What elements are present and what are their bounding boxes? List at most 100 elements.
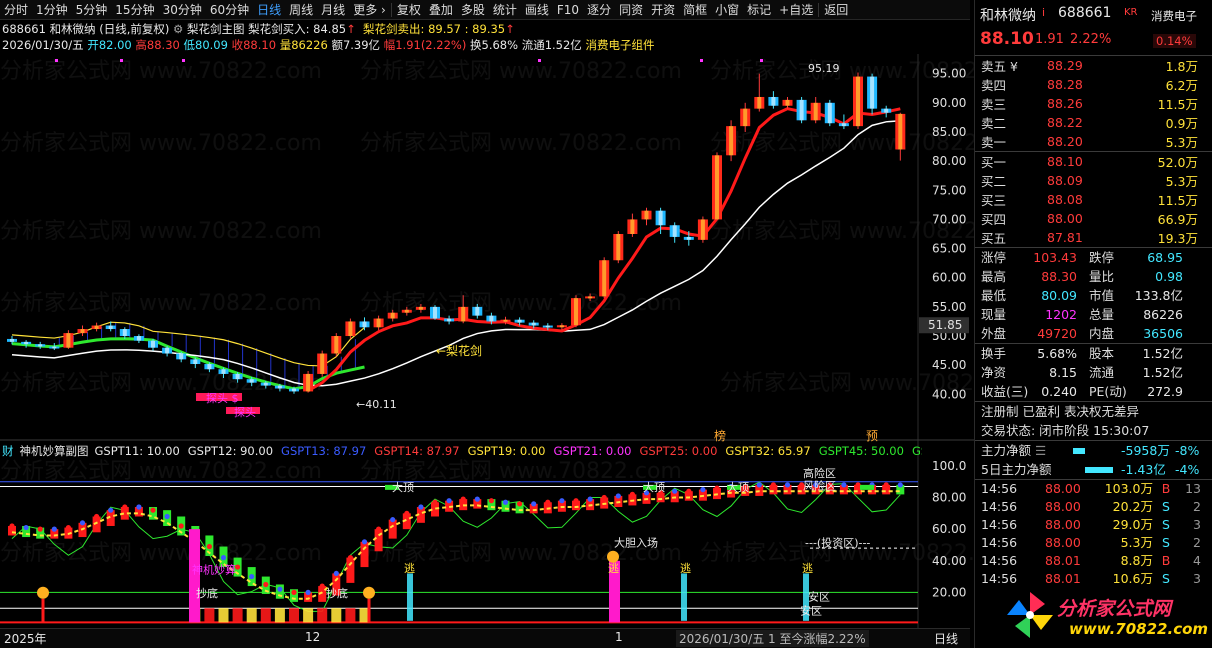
candle[interactable]	[35, 341, 46, 349]
period-label[interactable]: 日线	[934, 630, 958, 647]
candle[interactable]	[91, 322, 102, 332]
bid-price: 88.08	[1047, 192, 1083, 207]
bottom-block	[204, 608, 215, 623]
candle-highlight	[672, 225, 677, 237]
candle[interactable]	[796, 96, 807, 124]
price-tick-label: 45.00	[932, 358, 966, 372]
candle[interactable]	[63, 330, 74, 349]
bottom-block	[232, 608, 243, 623]
finance-badge[interactable]: 财	[2, 444, 14, 458]
stats-grid: 涨停 103.43 跌停 68.95 最高 88.30 量比 0.98 最低 80.09 市值 133…	[975, 248, 1212, 343]
candle[interactable]	[599, 257, 610, 299]
candle[interactable]	[712, 152, 722, 220]
candle-highlight	[362, 321, 367, 328]
bid-row[interactable]: 买五 87.81 19.3万	[975, 228, 1212, 247]
candle-highlight	[348, 321, 353, 337]
bid-row[interactable]: 买四 88.00 66.9万	[975, 209, 1212, 228]
stat-value: 88.30	[1041, 269, 1077, 284]
candle[interactable]	[303, 371, 314, 393]
candle[interactable]	[77, 325, 88, 337]
gspt13-dot	[517, 501, 523, 507]
bid-row[interactable]: 买一 88.10 52.0万	[975, 152, 1212, 171]
candle[interactable]	[768, 91, 779, 109]
candle[interactable]	[444, 315, 455, 325]
stat-label: 市值	[1089, 288, 1115, 303]
candle[interactable]	[867, 73, 878, 115]
candle[interactable]	[613, 231, 624, 264]
candle[interactable]	[810, 96, 821, 124]
info-icon[interactable]: i	[1042, 6, 1045, 19]
candle[interactable]	[148, 338, 158, 351]
candle[interactable]	[824, 99, 835, 127]
candle[interactable]	[49, 343, 60, 351]
tick-side: S	[1162, 535, 1170, 550]
candle[interactable]	[740, 102, 751, 132]
candle-highlight	[602, 260, 607, 297]
low-price-label: ←40.11	[356, 398, 397, 411]
candle-highlight	[644, 210, 649, 220]
sector-change-pct: 0.14%	[1153, 34, 1196, 48]
gspt13-dot	[545, 499, 551, 505]
sub-indicator-name[interactable]: 神机妙算副图	[20, 444, 89, 458]
bid-label: 买四	[981, 212, 1007, 227]
tick-qty: 5.3万	[1120, 535, 1153, 550]
bid-row[interactable]: 买三 88.08 11.5万	[975, 190, 1212, 209]
timeline-month-label: 1	[615, 630, 623, 644]
candle[interactable]	[317, 350, 328, 377]
candle[interactable]	[697, 216, 708, 243]
price-tick-label: 85.00	[932, 125, 966, 139]
tick-list[interactable]: 14:56 88.00 103.0万 B 13 14:56 88.00 20.2万 S 2 14:5…	[975, 480, 1212, 588]
candle[interactable]	[359, 317, 370, 331]
candle[interactable]	[373, 315, 384, 331]
ask-row[interactable]: 卖四 88.28 6.2万	[975, 75, 1212, 94]
candle[interactable]	[726, 120, 737, 162]
timeline-month-label: 12	[305, 630, 321, 644]
tick-price: 88.00	[1045, 499, 1081, 514]
gspt13-dot	[714, 485, 720, 491]
bid-volume: 66.9万	[1157, 212, 1198, 227]
stat-label: 涨停	[981, 250, 1007, 265]
price-tick-label: 95.00	[932, 67, 966, 81]
candle[interactable]	[881, 105, 892, 118]
bid-row[interactable]: 买二 88.09 5.3万	[975, 171, 1212, 190]
gspt13-dot	[291, 589, 297, 595]
sector-tab[interactable]: 消费电子	[1151, 8, 1197, 24]
candle-highlight	[277, 385, 282, 389]
candle[interactable]	[133, 334, 144, 344]
sub-signal-label: 大顶	[643, 480, 665, 494]
panel-stock-name[interactable]: 和林微纳	[980, 5, 1036, 25]
candle-highlight	[574, 298, 578, 326]
list-icon[interactable]: ☰	[1031, 443, 1046, 458]
price-tick-label: 65.00	[932, 242, 966, 256]
ask-row[interactable]: 卖三 88.26 11.5万	[975, 94, 1212, 113]
trend-bar	[374, 529, 383, 552]
gspt13-dot	[65, 524, 71, 531]
candle-highlight	[715, 155, 719, 220]
high-price-label: 95.19	[808, 62, 840, 75]
candle-highlight	[306, 373, 311, 392]
ask-row[interactable]: 卖二 88.22 0.9万	[975, 113, 1212, 132]
sub-indicator-value: GSPT21: 0.00	[553, 444, 632, 458]
tick-row: 14:56 88.00 20.2万 S 2	[975, 498, 1212, 516]
ask-row[interactable]: 卖五 ¥ 88.29 1.8万	[975, 56, 1212, 75]
candle[interactable]	[345, 318, 356, 339]
candle[interactable]	[853, 72, 863, 130]
candle[interactable]	[641, 207, 652, 226]
candle[interactable]	[782, 96, 793, 109]
ask-row[interactable]: 卖一 88.20 5.3万	[975, 132, 1212, 151]
candle[interactable]	[430, 305, 440, 320]
candle[interactable]	[627, 213, 638, 237]
kline-charts[interactable]: 分析家公式网 www.70822.com 分析家公式网 www.70822.com…	[0, 0, 974, 628]
candle[interactable]	[331, 333, 342, 357]
gspt13-dot	[390, 517, 396, 523]
tick-row: 14:56 88.01 10.6万 S 3	[975, 570, 1212, 588]
candle-highlight	[235, 373, 240, 380]
candle[interactable]	[669, 222, 680, 243]
bottom-block	[317, 608, 328, 623]
candle[interactable]	[119, 327, 130, 339]
candle-highlight	[418, 306, 423, 310]
stat-label: PE(动)	[1089, 384, 1127, 399]
price-tick-label: 70.00	[932, 212, 966, 226]
candle-highlight	[489, 315, 494, 322]
candle[interactable]	[571, 295, 581, 328]
